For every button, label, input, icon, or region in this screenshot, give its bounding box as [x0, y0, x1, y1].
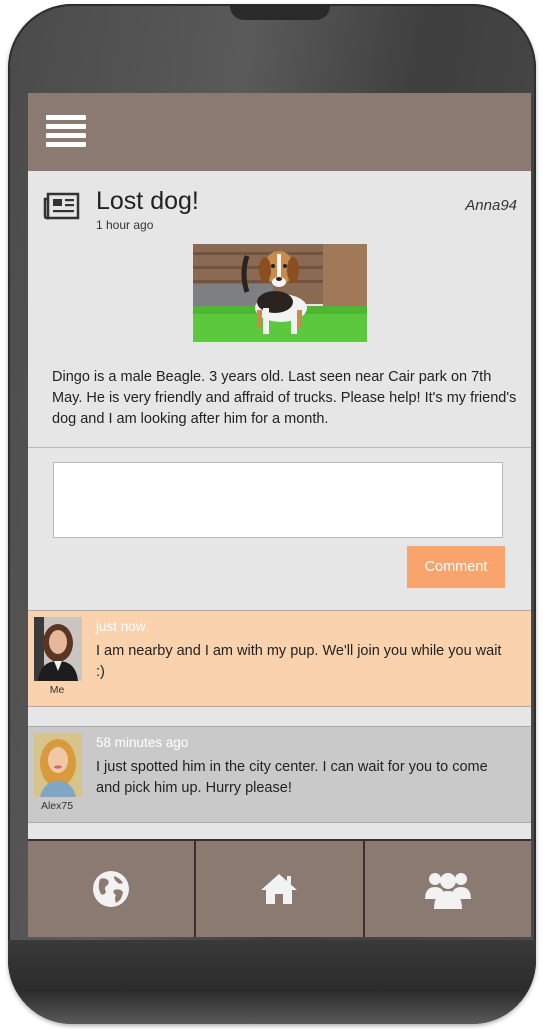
bottom-nav — [28, 839, 531, 937]
nav-home-button[interactable] — [196, 841, 365, 937]
comment-timestamp: 58 minutes ago — [96, 735, 189, 750]
post-author[interactable]: Anna94 — [465, 197, 517, 214]
comment-text: I am nearby and I am with my pup. We'll … — [96, 643, 502, 680]
comment-button[interactable]: Comment — [407, 546, 505, 588]
top-bar — [28, 93, 531, 171]
users-icon — [424, 873, 471, 909]
app-screen: Lost dog! 1 hour ago Anna94 Dingo is a m… — [28, 93, 531, 937]
home-icon — [261, 874, 298, 904]
hamburger-menu-icon[interactable] — [46, 115, 86, 149]
comment-text: I just spotted him in the city center. I… — [96, 759, 488, 796]
post-body: Dingo is a male Beagle. 3 years old. Las… — [52, 369, 517, 427]
beagle-puppy-photo — [193, 244, 367, 342]
globe-icon — [93, 871, 130, 907]
phone-speaker — [230, 4, 330, 20]
newspaper-icon — [43, 192, 80, 220]
post-timestamp: 1 hour ago — [96, 218, 154, 232]
phone-chin — [8, 940, 536, 1024]
comment-username: Alex75 — [40, 800, 74, 812]
nav-globe-button[interactable] — [28, 841, 197, 937]
post-card: Lost dog! 1 hour ago Anna94 Dingo is a m… — [28, 171, 531, 448]
avatar[interactable] — [34, 733, 82, 797]
comment-timestamp: just now — [96, 619, 146, 634]
nav-users-button[interactable] — [364, 841, 531, 937]
comment-item: Me just now I am nearby and I am with my… — [28, 610, 531, 707]
comment-input[interactable] — [53, 462, 503, 538]
comment-item: Alex75 58 minutes ago I just spotted him… — [28, 726, 531, 823]
comment-username: Me — [49, 684, 65, 696]
avatar[interactable] — [34, 617, 82, 681]
post-title: Lost dog! — [96, 187, 199, 215]
comment-form: Comment — [28, 448, 531, 610]
